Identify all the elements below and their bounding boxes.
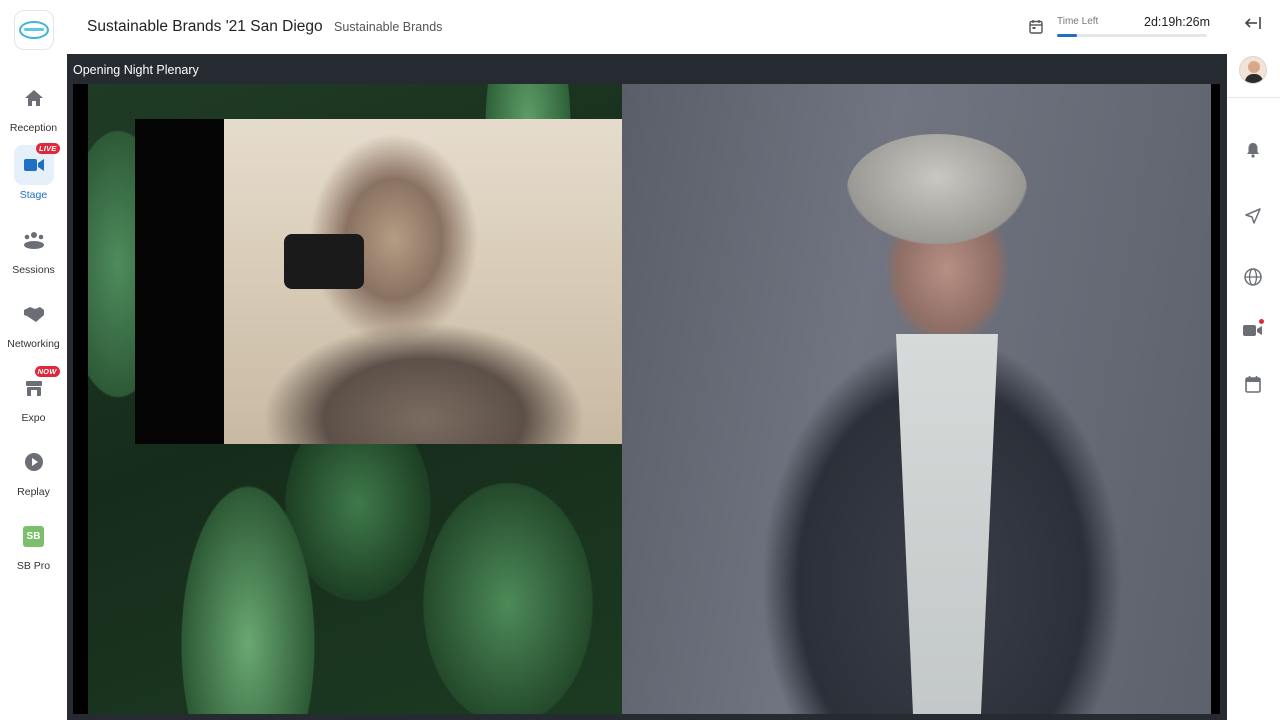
video-notification-icon[interactable] [1241, 318, 1265, 342]
time-progress-fill [1057, 34, 1077, 37]
top-header: Sustainable Brands '21 San Diego Sustain… [67, 0, 1227, 54]
live-badge: LIVE [36, 143, 60, 154]
right-rail [1227, 0, 1280, 720]
now-badge: NOW [34, 366, 60, 377]
sidebar-item-label: Replay [17, 486, 50, 498]
slide-photo [224, 119, 626, 444]
time-progress-bar [1057, 34, 1207, 37]
sidebar-item-label: Networking [7, 338, 60, 350]
play-circle-icon [14, 442, 54, 482]
event-title: Sustainable Brands '21 San Diego [87, 18, 323, 35]
speaker-shirt [896, 334, 998, 714]
video-player[interactable] [73, 84, 1220, 714]
organizer-name[interactable]: Sustainable Brands [334, 20, 442, 34]
sidebar-item-label: Sessions [12, 264, 55, 276]
globe-icon[interactable] [1241, 265, 1265, 289]
collapse-panel-icon[interactable] [1241, 11, 1265, 35]
sidebar-item-expo[interactable]: NOW Expo [0, 366, 67, 432]
stage-panel: Opening Night Plenary [67, 54, 1227, 720]
camera-in-photo [284, 234, 364, 289]
handshake-icon [14, 294, 54, 334]
notification-dot [1259, 319, 1264, 324]
sidebar-item-reception[interactable]: Reception [0, 78, 67, 142]
sidebar-item-label: Stage [19, 189, 48, 201]
stage-title: Opening Night Plenary [73, 63, 199, 77]
sidebar-item-label: Reception [9, 122, 58, 134]
calendar-icon[interactable] [1029, 19, 1043, 39]
sidebar-item-sb-pro[interactable]: SB SB Pro [0, 516, 67, 580]
sidebar-item-stage[interactable]: LIVE Stage [0, 143, 67, 209]
sb-pro-logo: SB [23, 525, 44, 547]
booth-icon: NOW [14, 366, 60, 408]
bell-icon[interactable] [1241, 138, 1265, 162]
send-icon[interactable] [1241, 204, 1265, 228]
left-sidebar: Reception LIVE Stage Sessions Networking… [0, 0, 67, 720]
speaker-video [622, 84, 1211, 714]
sidebar-item-replay[interactable]: Replay [0, 442, 67, 506]
speaker-head [847, 134, 1027, 244]
people-group-icon [14, 220, 54, 260]
video-camera-icon: LIVE [13, 143, 60, 185]
user-avatar[interactable] [1239, 56, 1267, 84]
rail-divider [1227, 97, 1280, 98]
sidebar-item-label: Expo [21, 412, 46, 424]
sidebar-item-networking[interactable]: Networking [0, 294, 67, 358]
home-icon [14, 78, 54, 118]
time-left-label: Time Left [1057, 16, 1099, 27]
sidebar-item-sessions[interactable]: Sessions [0, 220, 67, 284]
time-left-value: 2d:19h:26m [1144, 15, 1211, 29]
calendar-icon[interactable] [1241, 372, 1265, 396]
sidebar-item-label: SB Pro [16, 560, 51, 572]
event-logo-icon[interactable] [14, 10, 54, 50]
sb-pro-icon: SB [14, 516, 54, 556]
